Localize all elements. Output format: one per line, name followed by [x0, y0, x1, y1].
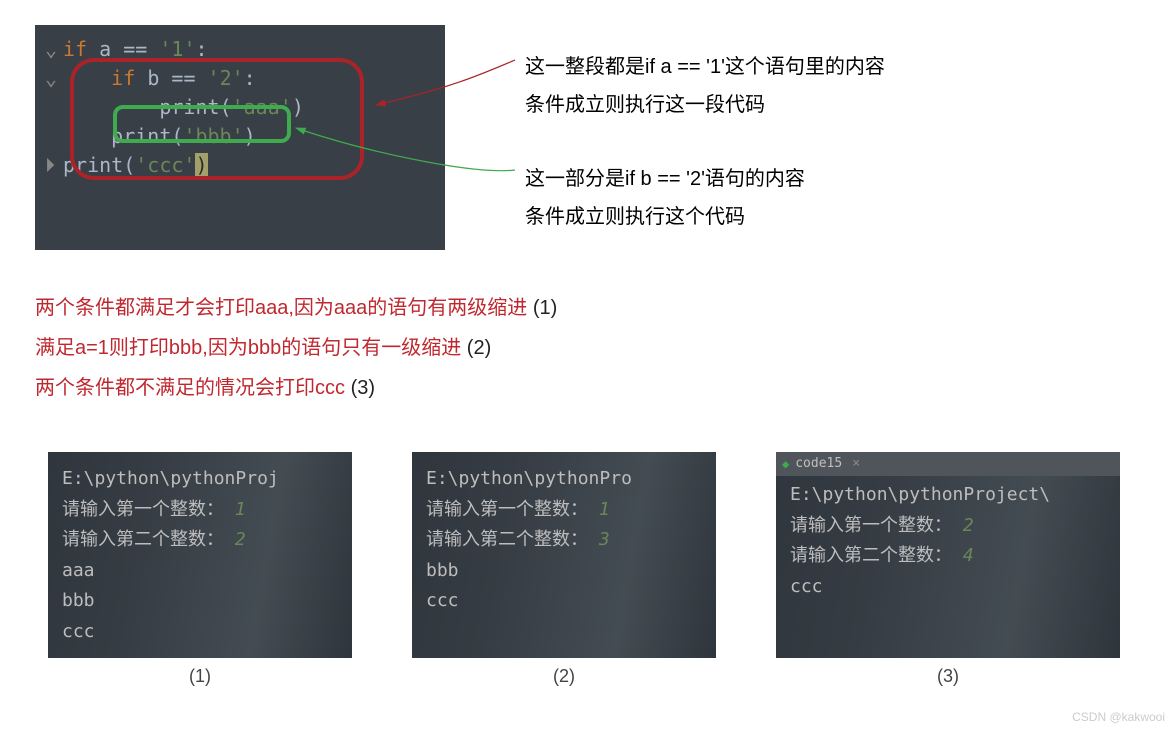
console-1: E:\python\pythonProj 请输入第一个整数： 1 请输入第二个整… [48, 452, 352, 658]
console1-path: E:\python\pythonProj [62, 464, 338, 495]
caption-2: (2) [553, 666, 575, 687]
console-3: ◆ code15 × E:\python\pythonProject\ 请输入第… [776, 452, 1120, 658]
code-line-4: print('bbb') [45, 122, 445, 151]
code-line-3: print('aaa') [45, 93, 445, 122]
note-1: 两个条件都满足才会打印aaa,因为aaa的语句有两级缩进 [35, 297, 527, 319]
console-2: E:\python\pythonPro 请输入第一个整数： 1 请输入第二个整数… [412, 452, 716, 658]
annotation-red-l2: 条件成立则执行这一段代码 [525, 86, 885, 124]
code-line-2: ⌄ if b == '2': [45, 64, 445, 93]
caption-3: (3) [937, 666, 959, 687]
annotation-green-l2: 条件成立则执行这个代码 [525, 198, 805, 236]
explanation-notes: 两个条件都满足才会打印aaa,因为aaa的语句有两级缩进 (1) 满足a=1则打… [35, 288, 557, 408]
tab-label: code15 [795, 453, 842, 475]
annotation-green: 这一部分是if b == '2'语句的内容 条件成立则执行这个代码 [525, 160, 805, 236]
console-row: E:\python\pythonProj 请输入第一个整数： 1 请输入第二个整… [48, 452, 1120, 687]
code-line-5: ⏵print('ccc') [45, 151, 445, 180]
tab-bar: ◆ code15 × [776, 452, 1120, 476]
keyword-if: if [63, 37, 87, 61]
annotation-red: 这一整段都是if a == '1'这个语句里的内容 条件成立则执行这一段代码 [525, 48, 885, 124]
note-2: 满足a=1则打印bbb,因为bbb的语句只有一级缩进 [35, 337, 461, 359]
annotation-red-l1: 这一整段都是if a == '1'这个语句里的内容 [525, 48, 885, 86]
close-icon: × [852, 453, 860, 475]
code-block-top: ⌄if a == '1': ⌄ if b == '2': print('aaa'… [35, 25, 445, 250]
code-line-1: ⌄if a == '1': [45, 35, 445, 64]
caption-1: (1) [189, 666, 211, 687]
console3-path: E:\python\pythonProject\ [790, 480, 1106, 511]
annotation-green-l1: 这一部分是if b == '2'语句的内容 [525, 160, 805, 198]
python-file-icon: ◆ [782, 454, 789, 474]
watermark: CSDN @kakwooi [1072, 710, 1165, 724]
console2-path: E:\python\pythonPro [426, 464, 702, 495]
note-3: 两个条件都不满足的情况会打印ccc [35, 377, 345, 399]
